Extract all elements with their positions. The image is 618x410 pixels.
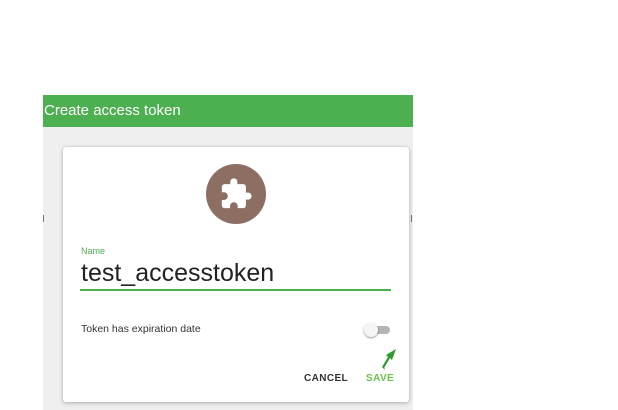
expiration-toggle[interactable] <box>364 323 392 337</box>
puzzle-piece-icon <box>221 178 252 209</box>
cancel-button[interactable]: CANCEL <box>304 373 348 384</box>
name-field-label: Name <box>81 246 106 256</box>
pointer-arrow-icon <box>382 349 396 370</box>
name-input[interactable] <box>80 257 391 291</box>
dialog-title: Create access token <box>43 95 413 127</box>
token-form-card: Name Token has expiration date CANCEL SA… <box>63 147 409 402</box>
toggle-thumb <box>364 323 378 337</box>
scroll-edge-right <box>411 215 412 222</box>
scroll-edge-left <box>43 215 44 222</box>
token-avatar <box>206 164 266 224</box>
expiration-label: Token has expiration date <box>81 323 201 335</box>
save-button[interactable]: SAVE <box>366 373 394 384</box>
